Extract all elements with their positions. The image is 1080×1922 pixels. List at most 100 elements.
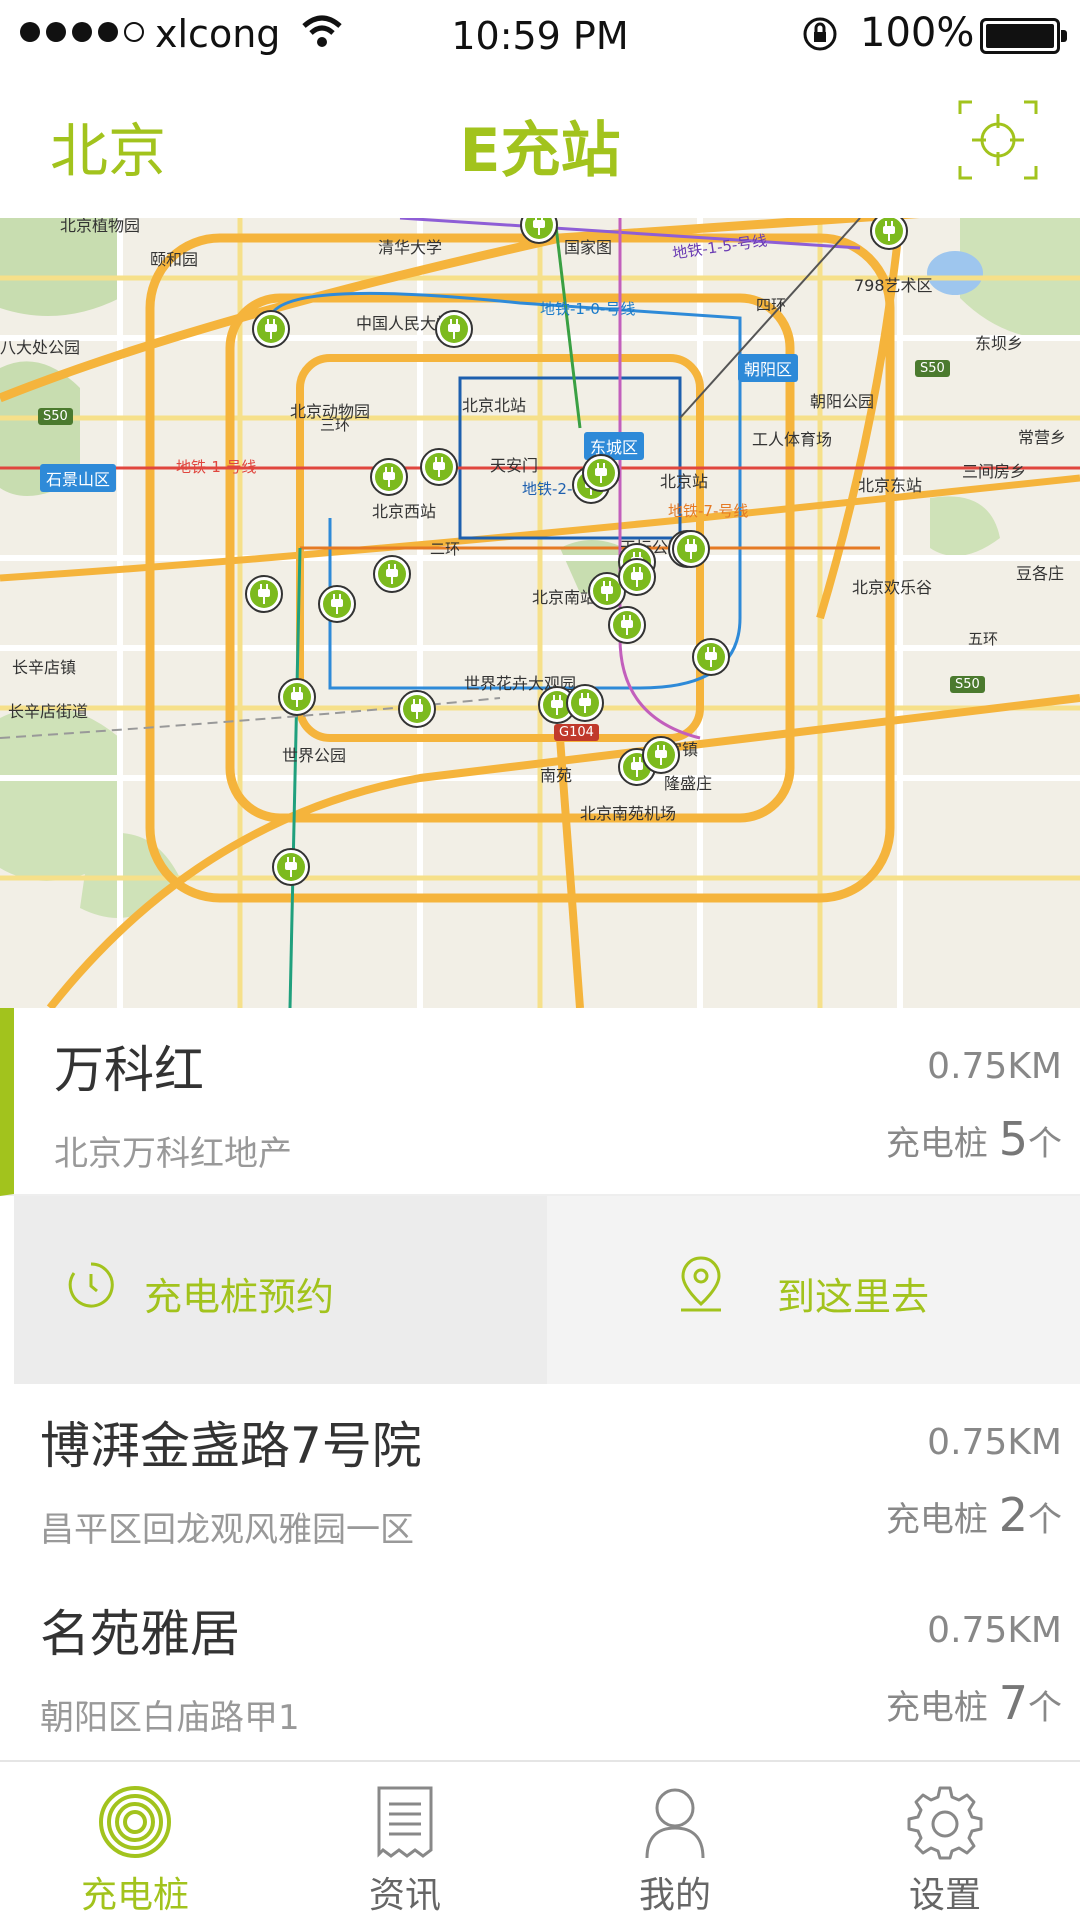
pile-count: 充电桩 7个 <box>886 1676 1062 1730</box>
tab-label: 设置 <box>908 1875 981 1916</box>
station-distance: 0.75KM <box>927 1046 1062 1087</box>
station-name: 博湃金盏路7号院 <box>40 1417 422 1475</box>
station-actions: 充电桩预约 到这里去 <box>14 1196 1080 1384</box>
tab-news[interactable]: 资讯 <box>270 1762 540 1922</box>
charging-station-marker[interactable] <box>252 310 290 348</box>
map-label: 八大处公园 <box>0 338 81 357</box>
map-canvas[interactable] <box>0 218 1080 1008</box>
map-label: 常营乡 <box>1018 428 1067 447</box>
map-label: 北京南苑机场 <box>580 804 677 823</box>
map-label: 石景山区 <box>40 464 117 492</box>
station-item[interactable]: 万科红 北京万科红地产 0.75KM 充电桩 5个 <box>0 1008 1080 1196</box>
station-item[interactable]: 博湃金盏路7号院 昌平区回龙观风雅园一区 0.75KM 充电桩 2个 <box>0 1384 1080 1574</box>
station-name: 万科红 <box>54 1041 204 1099</box>
map-label: 南苑 <box>540 766 573 785</box>
map-label: 三环 <box>320 416 351 434</box>
map-label: 地铁-1-号线 <box>176 458 257 476</box>
tab-charging[interactable]: 充电桩 <box>0 1762 270 1922</box>
map-label: S50 <box>950 676 985 693</box>
charging-station-marker[interactable] <box>420 448 458 486</box>
tab-label: 我的 <box>638 1875 711 1916</box>
map-label: 国家图 <box>564 238 613 257</box>
map-label: 世界公园 <box>282 746 347 765</box>
charging-station-marker[interactable] <box>272 848 310 886</box>
app-header: 北京 E充站 <box>0 74 1080 218</box>
charging-station-marker[interactable] <box>520 218 558 244</box>
battery-icon <box>980 18 1067 54</box>
map-label: 五环 <box>968 630 999 648</box>
charging-station-marker[interactable] <box>618 558 656 596</box>
station-address: 北京万科红地产 <box>54 1134 292 1174</box>
pile-count-number: 2 <box>998 1488 1028 1542</box>
station-address: 昌平区回龙观风雅园一区 <box>40 1510 414 1550</box>
map-label: 地铁-7-号线 <box>668 502 749 520</box>
charging-station-marker[interactable] <box>642 736 680 774</box>
map-label: 北京站 <box>660 472 709 491</box>
station-item[interactable]: 名苑雅居 朝阳区白庙路甲1 0.75KM 充电桩 7个 <box>0 1572 1080 1762</box>
map-label: 北京欢乐谷 <box>852 578 933 597</box>
tab-label: 充电桩 <box>80 1875 189 1916</box>
locate-icon[interactable] <box>958 100 1038 180</box>
navigate-button[interactable]: 到这里去 <box>547 1196 1080 1384</box>
map-label: 天安门 <box>490 456 539 475</box>
gear-icon <box>907 1786 983 1860</box>
map-label: 东坝乡 <box>975 334 1024 353</box>
tab-settings[interactable]: 设置 <box>810 1762 1080 1922</box>
charging-station-marker[interactable] <box>318 585 356 623</box>
map-label: 北京西站 <box>372 502 437 521</box>
map-label: S50 <box>915 360 950 377</box>
pile-count-unit: 个 <box>1028 1124 1062 1164</box>
station-name: 名苑雅居 <box>40 1605 240 1663</box>
pile-count: 充电桩 5个 <box>886 1112 1062 1166</box>
charging-station-marker[interactable] <box>692 638 730 676</box>
map-label: 隆盛庄 <box>664 774 713 793</box>
user-icon <box>645 1788 705 1859</box>
map-label: 北京植物园 <box>60 218 141 235</box>
map-label: 朝阳区 <box>738 354 799 382</box>
pile-label: 充电桩 <box>885 1500 988 1540</box>
map-label: 豆各庄 <box>1016 564 1065 583</box>
charging-station-marker[interactable] <box>582 454 620 492</box>
pile-count-unit: 个 <box>1028 1688 1062 1728</box>
pile-count-number: 5 <box>998 1112 1028 1166</box>
map-label: G104 <box>554 724 599 741</box>
charging-station-marker[interactable] <box>566 684 604 722</box>
tab-label: 资讯 <box>368 1875 441 1916</box>
map-label: 三间房乡 <box>962 462 1027 481</box>
map-label: 798艺术区 <box>854 276 933 295</box>
charging-station-marker[interactable] <box>373 555 411 593</box>
tab-bar: 充电桩 资讯 我的 设置 <box>0 1760 1080 1922</box>
rotation-lock-icon <box>803 17 837 51</box>
map-label: 二环 <box>430 540 461 558</box>
charging-station-marker[interactable] <box>245 575 283 613</box>
pile-count-number: 7 <box>998 1676 1028 1730</box>
charging-pile-icon <box>99 1786 171 1858</box>
map-label: 工人体育场 <box>752 430 833 449</box>
station-distance: 0.75KM <box>927 1610 1062 1651</box>
reserve-button[interactable]: 充电桩预约 <box>14 1196 547 1384</box>
battery-percentage: 100% <box>860 10 975 56</box>
map-label: 清华大学 <box>378 238 443 257</box>
pile-label: 充电桩 <box>885 1688 988 1728</box>
tab-profile[interactable]: 我的 <box>540 1762 810 1922</box>
map-label: 北京南站 <box>532 588 597 607</box>
pile-count: 充电桩 2个 <box>886 1488 1062 1542</box>
charging-station-marker[interactable] <box>608 606 646 644</box>
map-label: 北京北站 <box>462 396 527 415</box>
map-label: 颐和园 <box>150 250 199 269</box>
charging-station-marker[interactable] <box>398 690 436 728</box>
map-label: 地铁-1-0-号线 <box>540 300 636 318</box>
station-distance: 0.75KM <box>927 1422 1062 1463</box>
charging-station-marker[interactable] <box>435 310 473 348</box>
status-bar: xlcong 10:59 PM 100% <box>0 0 1080 74</box>
charging-station-marker[interactable] <box>870 218 908 250</box>
reserve-label: 充电桩预约 <box>144 1275 335 1319</box>
pile-count-unit: 个 <box>1028 1500 1062 1540</box>
charging-station-marker[interactable] <box>672 530 710 568</box>
pile-label: 充电桩 <box>885 1124 988 1164</box>
charging-station-marker[interactable] <box>370 458 408 496</box>
station-address: 朝阳区白庙路甲1 <box>40 1698 300 1738</box>
charging-station-marker[interactable] <box>278 678 316 716</box>
map-label: 北京东站 <box>858 476 923 495</box>
map-view[interactable]: 北京植物园 清华大学 国家图 地铁-1-5-号线 地铁-1-0-号线 颐和园 中… <box>0 218 1080 1008</box>
